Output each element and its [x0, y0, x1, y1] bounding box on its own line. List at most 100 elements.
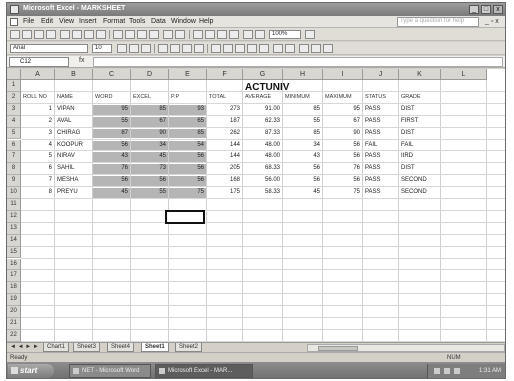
cell-minimum[interactable]: 85: [283, 129, 322, 139]
cell-roll[interactable]: 5: [21, 152, 54, 162]
taskbar-word-button[interactable]: NET - Microsoft Word: [69, 364, 151, 378]
start-button[interactable]: start: [8, 364, 54, 378]
row-header-14[interactable]: 14: [7, 234, 21, 247]
close-button[interactable]: x: [493, 5, 503, 14]
column-header-h[interactable]: H: [283, 69, 323, 80]
cell-status[interactable]: PASS: [363, 105, 398, 115]
cell-status[interactable]: PASS: [363, 164, 398, 174]
cell-total[interactable]: 168: [207, 176, 242, 186]
permission-icon[interactable]: [46, 30, 56, 39]
autosum-icon[interactable]: [205, 30, 215, 39]
cell-minimum[interactable]: 45: [283, 188, 322, 198]
align-left-icon[interactable]: [158, 44, 168, 53]
cell-name[interactable]: MESHA: [55, 176, 92, 186]
cell-maximum[interactable]: 67: [323, 117, 362, 127]
cell-name[interactable]: PREYU: [55, 188, 92, 198]
tab-sheet4[interactable]: Sheet4: [107, 343, 135, 352]
column-label-word[interactable]: WORD: [93, 93, 130, 103]
cell-word[interactable]: 76: [93, 164, 130, 175]
cell-total[interactable]: 187: [207, 117, 242, 127]
cell-total[interactable]: 262: [207, 129, 242, 139]
cell-minimum[interactable]: 43: [283, 152, 322, 162]
cell-roll[interactable]: 7: [21, 176, 54, 186]
active-cell[interactable]: [165, 209, 205, 224]
cell-minimum[interactable]: 85: [283, 105, 322, 115]
print-icon[interactable]: [60, 30, 70, 39]
column-header-d[interactable]: D: [131, 69, 169, 80]
row-header-21[interactable]: 21: [7, 318, 21, 330]
menu-tools[interactable]: Tools: [129, 18, 145, 25]
cell-word[interactable]: 45: [93, 188, 130, 198]
network-icon[interactable]: [434, 368, 440, 374]
formula-input[interactable]: [93, 57, 503, 67]
column-header-g[interactable]: G: [243, 69, 283, 80]
menu-view[interactable]: View: [59, 18, 74, 25]
select-all-corner[interactable]: [7, 69, 21, 80]
row-header-6[interactable]: 6: [7, 139, 21, 152]
menu-file[interactable]: File: [23, 18, 34, 25]
row-header-5[interactable]: 5: [7, 127, 21, 140]
font-select[interactable]: Arial: [10, 44, 88, 53]
horizontal-scrollbar[interactable]: [307, 344, 505, 352]
cell-name[interactable]: CHIRAG: [55, 129, 92, 139]
cell-status[interactable]: PASS: [363, 117, 398, 127]
increase-indent-icon[interactable]: [285, 44, 295, 53]
cell-minimum[interactable]: 56: [283, 164, 322, 174]
column-label-roll-no[interactable]: ROLL NO: [21, 93, 54, 103]
cell-name[interactable]: VIPAN: [55, 105, 92, 115]
cell-roll[interactable]: 1: [21, 105, 54, 115]
cell-grade[interactable]: SECOND: [399, 176, 440, 186]
row-header-17[interactable]: 17: [7, 270, 21, 283]
column-label-excel[interactable]: EXCEL: [131, 93, 168, 103]
currency-icon[interactable]: [211, 44, 221, 53]
cell-average[interactable]: 48.00: [243, 152, 282, 162]
cell-name[interactable]: AVAL: [55, 117, 92, 127]
italic-icon[interactable]: [129, 44, 139, 53]
cell-status[interactable]: PASS: [363, 188, 398, 198]
scroll-thumb[interactable]: [318, 346, 358, 351]
decrease-decimal-icon[interactable]: [259, 44, 269, 53]
insert-function-icon[interactable]: fx: [79, 57, 84, 64]
merge-center-icon[interactable]: [194, 44, 204, 53]
cell-pp[interactable]: 56: [169, 152, 206, 163]
column-label-total[interactable]: TOTAL: [207, 93, 242, 103]
print-preview-icon[interactable]: [72, 30, 82, 39]
fill-color-icon[interactable]: [311, 44, 321, 53]
cell-excel[interactable]: 73: [131, 164, 168, 175]
column-label-minimum[interactable]: MINIMUM: [283, 93, 322, 103]
cell-maximum[interactable]: 90: [323, 129, 362, 139]
cell-excel[interactable]: 56: [131, 176, 168, 187]
maximize-button[interactable]: □: [481, 5, 491, 14]
column-header-b[interactable]: B: [55, 69, 93, 80]
cell-excel[interactable]: 67: [131, 116, 168, 127]
cell-total[interactable]: 144: [207, 141, 242, 151]
cell-pp[interactable]: 56: [169, 164, 206, 175]
menu-data[interactable]: Data: [151, 18, 166, 25]
decrease-indent-icon[interactable]: [273, 44, 283, 53]
font-size-select[interactable]: 10: [92, 44, 112, 53]
cell-grade[interactable]: FIRST: [399, 117, 440, 127]
borders-icon[interactable]: [299, 44, 309, 53]
tab-sheet3[interactable]: Sheet3: [73, 343, 101, 352]
column-header-c[interactable]: C: [93, 69, 131, 80]
row-header-22[interactable]: 22: [7, 329, 21, 342]
cell-grade[interactable]: DIST: [399, 129, 440, 139]
cell-pp[interactable]: 75: [169, 188, 206, 198]
cell-maximum[interactable]: 56: [323, 176, 362, 186]
cell-word[interactable]: 43: [93, 152, 130, 163]
antivirus-icon[interactable]: [454, 368, 460, 374]
menu-insert[interactable]: Insert: [79, 18, 97, 25]
research-icon[interactable]: [96, 30, 106, 39]
row-header-19[interactable]: 19: [7, 294, 21, 307]
tab-scroll-buttons[interactable]: ◄ ◄ ► ►: [10, 344, 39, 350]
sort-ascending-icon[interactable]: [217, 30, 227, 39]
menu-window[interactable]: Window: [171, 18, 196, 25]
column-label-p-p[interactable]: P.P: [169, 93, 206, 103]
row-header-12[interactable]: 12: [7, 210, 21, 223]
column-label-name[interactable]: NAME: [55, 93, 92, 103]
redo-icon[interactable]: [175, 30, 185, 39]
cell-pp[interactable]: 54: [169, 140, 206, 151]
cell-excel[interactable]: 90: [131, 128, 168, 139]
column-label-average[interactable]: AVERAGE: [243, 93, 282, 103]
tab-chart1[interactable]: Chart1: [43, 343, 70, 352]
